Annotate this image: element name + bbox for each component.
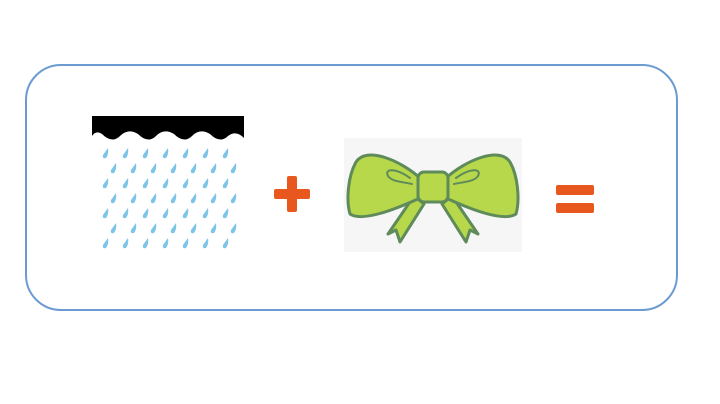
raindrop xyxy=(182,178,189,189)
bow-icon xyxy=(344,138,522,252)
raindrop xyxy=(102,148,109,159)
raindrop xyxy=(222,148,229,159)
raindrop xyxy=(202,148,209,159)
raindrop xyxy=(130,163,137,174)
raindrop xyxy=(110,223,117,234)
raindrop xyxy=(170,223,177,234)
raindrop xyxy=(230,163,237,174)
raindrop xyxy=(122,238,129,249)
raindrop xyxy=(102,238,109,249)
raindrop xyxy=(170,163,177,174)
raindrop xyxy=(230,193,237,204)
raindrop xyxy=(182,148,189,159)
raindrop xyxy=(210,223,217,234)
raindrop xyxy=(110,193,117,204)
raindrop xyxy=(202,238,209,249)
raindrop xyxy=(142,208,149,219)
raindrop xyxy=(210,163,217,174)
rain-cloud-icon xyxy=(92,116,244,249)
raindrop xyxy=(122,178,129,189)
raindrop xyxy=(162,208,169,219)
raindrop xyxy=(102,178,109,189)
raindrop xyxy=(130,223,137,234)
raindrop xyxy=(182,238,189,249)
raindrop xyxy=(162,148,169,159)
plus-icon xyxy=(274,176,310,212)
raindrop xyxy=(222,178,229,189)
raindrop xyxy=(150,193,157,204)
raindrop xyxy=(210,193,217,204)
raindrop xyxy=(150,223,157,234)
raindrop xyxy=(190,163,197,174)
raindrop xyxy=(110,163,117,174)
raindrop xyxy=(142,148,149,159)
raindrop xyxy=(102,208,109,219)
raindrop xyxy=(162,178,169,189)
raindrop xyxy=(142,178,149,189)
raindrop xyxy=(182,208,189,219)
raindrop xyxy=(130,193,137,204)
raindrop xyxy=(190,193,197,204)
raindrop xyxy=(150,163,157,174)
raindrop xyxy=(222,208,229,219)
raindrop xyxy=(170,193,177,204)
raindrop xyxy=(230,223,237,234)
raindrop xyxy=(122,148,129,159)
equals-icon xyxy=(556,185,594,213)
slide xyxy=(0,0,720,404)
raindrop xyxy=(190,223,197,234)
raindrop xyxy=(122,208,129,219)
raindrop xyxy=(222,238,229,249)
raindrop xyxy=(202,208,209,219)
raindrop xyxy=(142,238,149,249)
raindrop xyxy=(162,238,169,249)
raindrop xyxy=(202,178,209,189)
